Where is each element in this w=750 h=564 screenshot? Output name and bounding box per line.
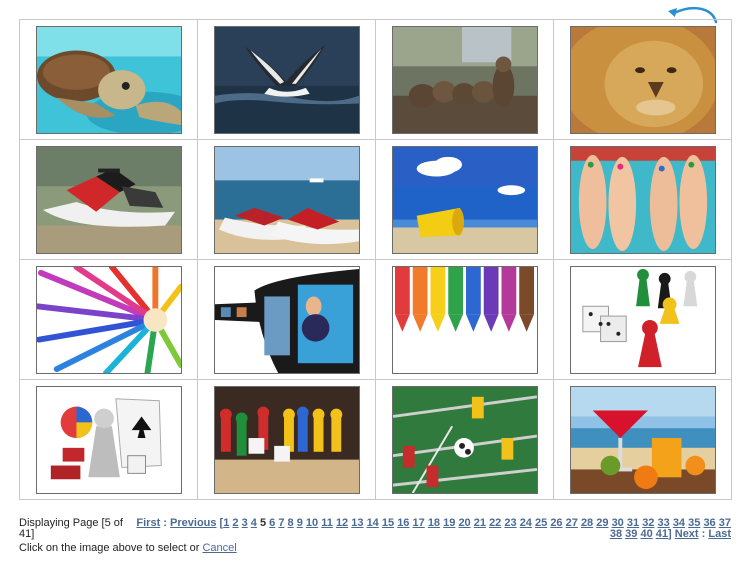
page-number-link[interactable]: 25 (535, 517, 547, 529)
select-hint: Click on the image above to select or Ca… (19, 542, 237, 554)
page-number-link[interactable]: 8 (288, 517, 294, 529)
grid-cell[interactable] (554, 140, 732, 260)
page-number-link[interactable]: 6 (269, 517, 275, 529)
page-number-link[interactable]: 12 (336, 517, 348, 529)
page-number-link[interactable]: 17 (413, 517, 425, 529)
page-number-link[interactable]: 22 (489, 517, 501, 529)
page-number-link[interactable]: 14 (367, 517, 379, 529)
thumbnail-foosball[interactable] (391, 385, 538, 494)
grid-cell[interactable] (198, 20, 376, 140)
grid-cell[interactable] (554, 380, 732, 500)
page-number-link[interactable]: 13 (351, 517, 363, 529)
page-number-link[interactable]: 2 (232, 517, 238, 529)
grid-cell[interactable] (20, 20, 198, 140)
page-number-link[interactable]: 38 (610, 528, 622, 540)
previous-page-link[interactable]: Previous (170, 517, 216, 529)
pager-bracket-close: ] (668, 528, 672, 540)
thumbnail-pencils[interactable] (35, 265, 182, 374)
thumbnail-dice-pawns[interactable] (569, 265, 716, 374)
first-page-link[interactable]: First (136, 517, 160, 529)
grid-cell[interactable] (20, 140, 198, 260)
page-number-link[interactable]: 21 (474, 517, 486, 529)
page-number-link[interactable]: 40 (640, 528, 652, 540)
page-number-links: 1 2 3 4 5 6 7 8 9 10 11 12 13 14 15 16 1… (223, 517, 731, 540)
page-status: Displaying Page [5 of 41] (19, 517, 123, 540)
page-number-link[interactable]: 24 (520, 517, 532, 529)
grid-cell[interactable] (376, 380, 554, 500)
page-number-link[interactable]: 10 (306, 517, 318, 529)
grid-cell[interactable] (554, 20, 732, 140)
thumbnail-lion[interactable] (569, 25, 716, 134)
pager-separator: : (698, 528, 709, 540)
page-number-link[interactable]: 20 (458, 517, 470, 529)
thumbnail-bucket-beach[interactable] (391, 145, 538, 254)
page-number-link[interactable]: 39 (625, 528, 637, 540)
thumbnail-feet[interactable] (569, 145, 716, 254)
page-number-link[interactable]: 1 (223, 517, 229, 529)
page-number-link[interactable]: 18 (428, 517, 440, 529)
thumbnail-board-pieces[interactable] (213, 385, 360, 494)
page-number-link[interactable]: 9 (297, 517, 303, 529)
page-number-link[interactable]: 23 (504, 517, 516, 529)
page-number-link[interactable]: 11 (321, 517, 333, 529)
grid-cell[interactable] (198, 260, 376, 380)
thumbnail-jet-skis-beach[interactable] (213, 145, 360, 254)
grid-cell[interactable] (198, 380, 376, 500)
grid-cell[interactable] (376, 260, 554, 380)
last-page-link[interactable]: Last (708, 528, 731, 540)
page-number-link[interactable]: 15 (382, 517, 394, 529)
page-number-link[interactable]: 29 (596, 517, 608, 529)
thumbnail-cocktails[interactable] (569, 385, 716, 494)
grid-cell[interactable] (554, 260, 732, 380)
cancel-link[interactable]: Cancel (202, 542, 236, 554)
thumbnail-games-cards[interactable] (35, 385, 182, 494)
thumbnail-jet-ski[interactable] (35, 145, 182, 254)
grid-cell[interactable] (198, 140, 376, 260)
next-page-link[interactable]: Next (675, 528, 699, 540)
image-grid (19, 19, 732, 500)
grid-cell[interactable] (376, 140, 554, 260)
current-page-number: 5 (259, 517, 267, 529)
page-number-link[interactable]: 4 (251, 517, 257, 529)
grid-cell[interactable] (376, 20, 554, 140)
pager: First : Previous [1 2 3 4 5 6 7 8 9 10 1… (131, 518, 731, 540)
thumbnail-sea-turtle[interactable] (35, 25, 182, 134)
grid-cell[interactable] (20, 380, 198, 500)
page-number-link[interactable]: 27 (566, 517, 578, 529)
thumbnail-crayons[interactable] (391, 265, 538, 374)
page-number-link[interactable]: 16 (397, 517, 409, 529)
page-number-link[interactable]: 26 (550, 517, 562, 529)
pager-separator: : (160, 517, 171, 529)
grid-cell[interactable] (20, 260, 198, 380)
thumbnail-otters[interactable] (391, 25, 538, 134)
hint-text: Click on the image above to select or (19, 542, 203, 554)
page-number-link[interactable]: 19 (443, 517, 455, 529)
thumbnail-whale-tail[interactable] (213, 25, 360, 134)
page-number-link[interactable]: 7 (278, 517, 284, 529)
page-number-link[interactable]: 28 (581, 517, 593, 529)
thumbnail-film-strip[interactable] (213, 265, 360, 374)
page-number-link[interactable]: 41 (656, 528, 668, 540)
page-number-link[interactable]: 3 (242, 517, 248, 529)
